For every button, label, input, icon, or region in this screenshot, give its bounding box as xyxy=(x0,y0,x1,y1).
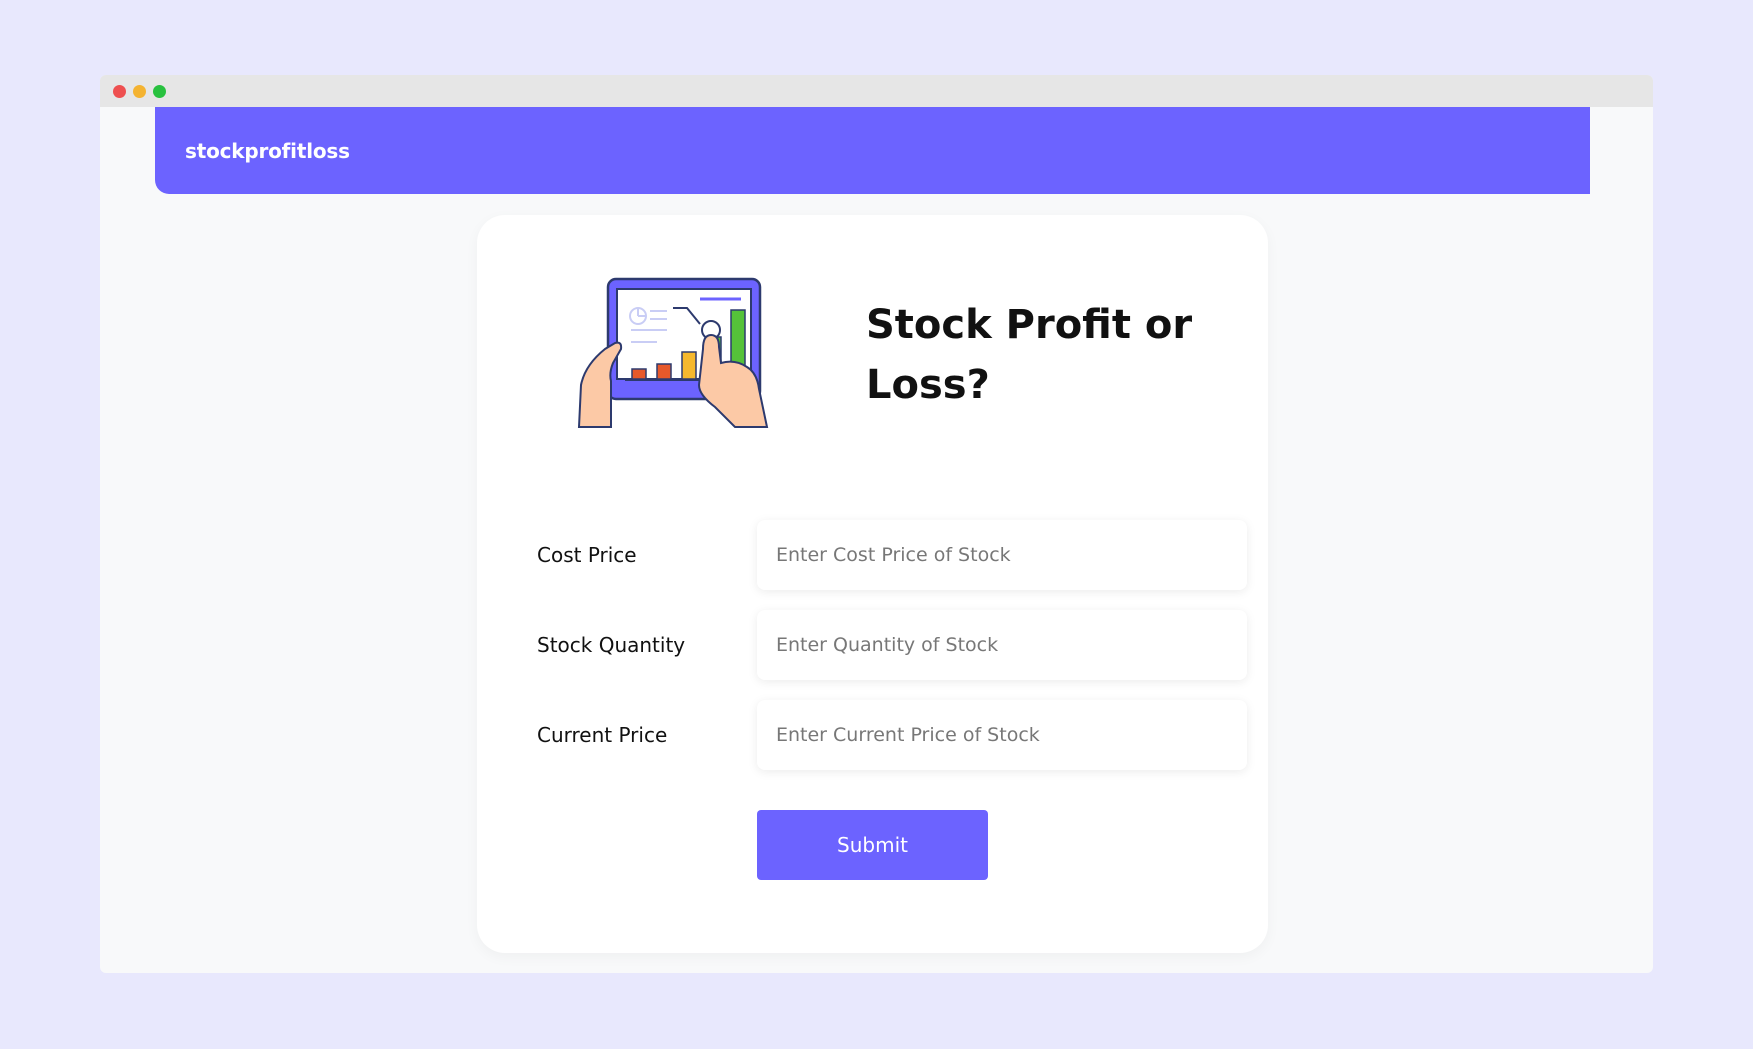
current-price-label: Current Price xyxy=(537,723,668,747)
cost-price-label: Cost Price xyxy=(537,543,637,567)
maximize-window-icon[interactable] xyxy=(153,85,166,98)
stock-quantity-row: Stock Quantity xyxy=(537,610,1247,682)
cost-price-row: Cost Price xyxy=(537,520,1247,592)
current-price-row: Current Price xyxy=(537,700,1247,772)
stock-quantity-input[interactable] xyxy=(757,610,1247,680)
current-price-input[interactable] xyxy=(757,700,1247,770)
minimize-window-icon[interactable] xyxy=(133,85,146,98)
tablet-chart-illustration-icon xyxy=(577,277,769,428)
brand-logo-text[interactable]: stockprofitloss xyxy=(185,139,350,163)
submit-button[interactable]: Submit xyxy=(757,810,988,880)
calculator-card: Stock Profit or Loss? Cost Price Stock Q… xyxy=(477,215,1268,953)
navbar: stockprofitloss xyxy=(155,107,1590,194)
browser-window: stockprofitloss Stock Profit or Loss? Co… xyxy=(100,75,1653,973)
window-titlebar xyxy=(100,75,1653,107)
stock-quantity-label: Stock Quantity xyxy=(537,633,686,657)
close-window-icon[interactable] xyxy=(113,85,126,98)
cost-price-input[interactable] xyxy=(757,520,1247,590)
page-title: Stock Profit or Loss? xyxy=(866,302,1193,408)
